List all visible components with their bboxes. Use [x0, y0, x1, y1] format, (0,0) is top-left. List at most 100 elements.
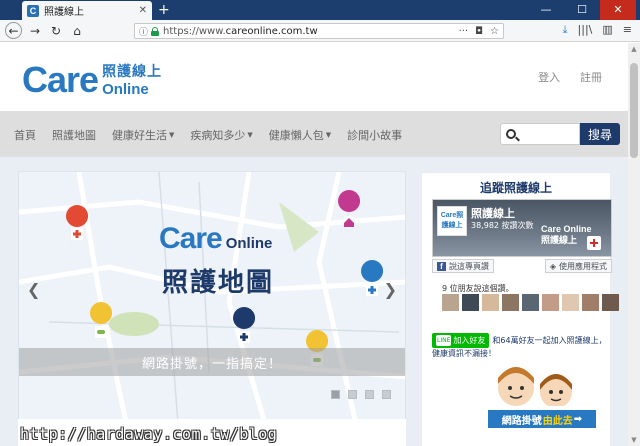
avatar[interactable]	[522, 294, 539, 311]
carousel-dot[interactable]	[331, 390, 340, 399]
reload-button[interactable]: ↻	[48, 23, 64, 39]
web-page: Care 照護線上 Online 登入 註冊 首頁 照護地圖 健康好生活 ▼ 疾病…	[0, 43, 628, 446]
hero-carousel[interactable]: Care Online 照護地圖 網路掛號，一指搞定！ ❮ ❯	[18, 171, 406, 436]
logo-care-text: Care	[22, 58, 99, 100]
carousel-title: 照護地圖	[162, 268, 275, 298]
home-button[interactable]: ⌂	[69, 23, 85, 39]
menu-item-clinic-stories[interactable]: 診間小故事	[347, 127, 402, 143]
carousel-indicators	[331, 390, 391, 399]
back-button[interactable]: ←	[5, 22, 22, 39]
carousel-dot[interactable]	[382, 390, 391, 399]
menu-label: 照護地圖	[52, 129, 96, 142]
avatar[interactable]	[502, 294, 519, 311]
medical-cross-icon	[587, 236, 601, 250]
promo-highlight: 由此去	[542, 415, 573, 427]
caret-down-icon: ▼	[169, 131, 175, 139]
carousel-brand-online: Online	[225, 235, 273, 252]
line-add-friend-button[interactable]: LINE 加入好友	[432, 333, 490, 348]
scroll-up-icon[interactable]: ▲	[628, 43, 640, 55]
scroll-thumb[interactable]	[630, 63, 638, 158]
avatar[interactable]	[462, 294, 479, 311]
arrow-right-icon: ➡	[573, 413, 583, 425]
hospital-pin-icon	[66, 205, 89, 249]
fb-cover-logo: Care Online 照護線上	[541, 224, 592, 246]
fb-like-button[interactable]: f 說這專頁讚	[432, 259, 494, 273]
line-promo: LINE 加入好友 和64萬好友一起加入照護線上，健康資訊不漏接！	[432, 333, 608, 359]
library-icon[interactable]: |||\	[578, 23, 593, 37]
avatar[interactable]	[582, 294, 599, 311]
minimize-button[interactable]: —	[528, 0, 564, 20]
menu-icon[interactable]: ≡	[623, 23, 632, 37]
menu-label: 健康懶人包	[268, 129, 324, 142]
avatar[interactable]	[602, 294, 619, 311]
menu-label: 健康好生活	[112, 129, 167, 142]
menu-item-home[interactable]: 首頁	[14, 127, 36, 143]
avatar[interactable]	[482, 294, 499, 311]
page-actions-icon[interactable]: ···	[459, 26, 469, 37]
avatar[interactable]	[562, 294, 579, 311]
favicon-icon: C	[27, 4, 39, 17]
menu-item-healthy-life[interactable]: 健康好生活 ▼	[112, 127, 174, 143]
fb-app-button[interactable]: ◈ 使用應用程式	[544, 259, 612, 273]
sidebar-title: 追蹤照護線上	[479, 181, 552, 195]
menu-item-care-map[interactable]: 照護地圖	[52, 127, 96, 143]
fb-like-count: 38,982 按讚次數	[471, 221, 534, 230]
close-window-button[interactable]: ✕	[600, 0, 636, 20]
home-pin-icon	[338, 190, 361, 234]
app-icon: ◈	[549, 261, 556, 271]
address-bar[interactable]: ⓘ https://www.careonline.com.tw ··· ◘ ☆	[134, 23, 504, 39]
menu-label: 診間小故事	[347, 129, 403, 142]
page-scrollbar[interactable]: ▲ ▼	[628, 43, 640, 446]
carousel-dot[interactable]	[365, 390, 374, 399]
search-button[interactable]: 搜尋	[580, 123, 620, 145]
facebook-page-plugin[interactable]: Care照護線上 照護線上 38,982 按讚次數 Care Online 照護…	[432, 199, 612, 257]
fb-cover-zh: 照護線上	[541, 235, 578, 245]
register-link[interactable]: 註冊	[580, 69, 602, 85]
menu-item-health-guides[interactable]: 健康懶人包 ▼	[269, 127, 331, 143]
carousel-prev-icon[interactable]: ❮	[27, 280, 40, 299]
search-icon	[506, 129, 516, 139]
avatar[interactable]	[542, 294, 559, 311]
close-tab-icon[interactable]: ✕	[139, 5, 147, 16]
logo-online-text: Online	[102, 81, 149, 98]
search-input[interactable]	[500, 123, 580, 145]
new-tab-button[interactable]: +	[158, 2, 170, 18]
avatar[interactable]	[442, 294, 459, 311]
download-icon[interactable]: ⤓	[563, 23, 568, 37]
url-text[interactable]: https://www.careonline.com.tw	[163, 26, 459, 37]
bookmark-star-icon[interactable]: ☆	[490, 26, 499, 37]
maximize-button[interactable]: ☐	[564, 0, 600, 20]
carousel-brand-care: Care	[159, 222, 223, 255]
fb-friends-text: 9 位朋友說這個讚。	[442, 284, 514, 293]
main-menu: 首頁 照護地圖 健康好生活 ▼ 疾病知多少 ▼ 健康懶人包 ▼ 診間小故事	[14, 127, 402, 143]
title-bar: C 照護線上 ✕ + — ☐ ✕	[0, 0, 640, 20]
online-registration-banner[interactable]: 網路掛號 由此去 ➡	[488, 410, 596, 428]
fb-page-avatar[interactable]: Care照護線上	[437, 206, 467, 236]
tab-title: 照護線上	[44, 7, 84, 18]
menu-label: 疾病知多少	[190, 129, 246, 142]
url-prefix: https://www.	[163, 25, 226, 37]
url-domain: careonline.com.tw	[225, 25, 318, 37]
site-logo[interactable]: Care 照護線上 Online	[22, 61, 162, 98]
caret-down-icon: ▼	[325, 131, 332, 139]
browser-tab[interactable]: C 照護線上 ✕	[22, 1, 152, 20]
menu-item-diseases[interactable]: 疾病知多少 ▼	[190, 127, 252, 143]
carousel-dot[interactable]	[348, 390, 357, 399]
info-icon[interactable]: ⓘ	[139, 25, 148, 38]
carousel-caption[interactable]: 網路掛號，一指搞定！	[19, 348, 405, 376]
pocket-icon[interactable]: ◘	[475, 26, 483, 37]
window-controls: — ☐ ✕	[528, 0, 636, 20]
line-button-label: 加入好友	[453, 336, 486, 345]
carousel-brand: Care Online	[159, 222, 272, 256]
sidebar-icon[interactable]: ▥	[602, 23, 612, 37]
carousel-next-icon[interactable]: ❯	[384, 280, 397, 299]
logo-chinese-text: 照護線上	[102, 64, 163, 80]
forward-button[interactable]: →	[27, 23, 43, 39]
fb-page-name[interactable]: 照護線上	[471, 205, 515, 221]
scroll-down-icon[interactable]: ▼	[628, 434, 640, 446]
url-actions: ··· ◘ ☆	[459, 26, 499, 37]
toolbar-right: ⤓ |||\ ▥ ≡	[563, 23, 632, 37]
menu-label: 首頁	[14, 129, 36, 142]
login-link[interactable]: 登入	[538, 69, 560, 85]
navigation-toolbar: ← → ↻ ⌂ ⓘ https://www.careonline.com.tw …	[0, 20, 640, 42]
